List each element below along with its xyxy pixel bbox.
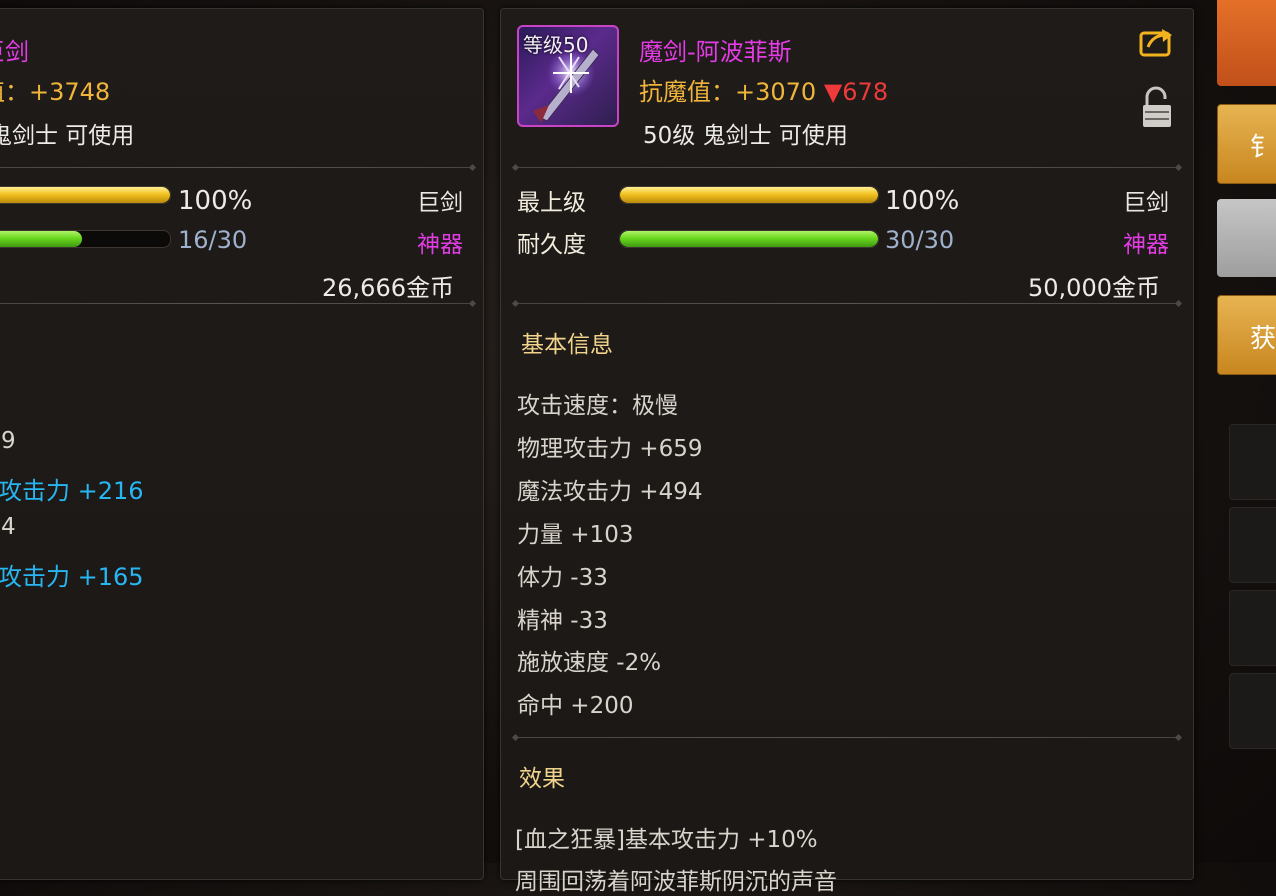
grade-bar — [0, 186, 171, 204]
grade-bar — [619, 186, 879, 204]
stat-line: 施放速度 -2% — [517, 650, 662, 676]
divider — [515, 167, 1179, 168]
price: 50,000金币 — [1028, 274, 1160, 302]
durability-bar-fill — [620, 231, 878, 247]
durability-value: 30/30 — [885, 226, 955, 254]
stat-line: 魔法攻击力 +494 — [517, 479, 703, 505]
resist-value: 抗魔值：+3070 ▼678 — [639, 72, 888, 107]
section-title-basic: 基本信息 — [521, 332, 613, 358]
lock-icon[interactable] — [1141, 85, 1173, 129]
stat-line: 力量 +103 — [517, 522, 634, 548]
divider — [515, 303, 1179, 304]
stat-line: 体力 -33 — [517, 565, 608, 591]
stat-line: 攻击力 +216 — [0, 477, 144, 505]
resist-value: 值：+3748 — [0, 78, 111, 106]
divider — [0, 303, 473, 304]
divider — [515, 737, 1179, 738]
stat-line: 攻击力 +165 — [0, 563, 144, 591]
stat-line: 9 — [1, 428, 16, 454]
side-button-label: 钅 — [1250, 133, 1276, 163]
side-button-3[interactable]: 获 — [1217, 295, 1276, 375]
requirement: 50级 鬼剑士 可使用 — [643, 123, 848, 149]
inventory-slot[interactable] — [1229, 424, 1276, 500]
side-button-orange[interactable] — [1217, 0, 1276, 86]
share-icon[interactable] — [1138, 25, 1176, 59]
requirement: 鬼剑士 可使用 — [0, 123, 135, 149]
inventory-slot[interactable] — [1229, 590, 1276, 666]
item-icon[interactable]: 等级50 — [517, 25, 619, 127]
grade-label: 最上级 — [517, 190, 586, 216]
category: 巨剑 — [1123, 190, 1169, 216]
rarity: 神器 — [417, 232, 463, 258]
item-name: 魔剑-阿波菲斯 — [639, 38, 792, 66]
stat-line: 攻击速度：极慢 — [517, 393, 678, 419]
side-button-2[interactable] — [1217, 199, 1276, 277]
resist-label: 抗魔值：+3070 — [639, 78, 817, 106]
durability-value: 16/30 — [178, 226, 248, 254]
durability-bar — [619, 230, 879, 248]
inventory-slot[interactable] — [1229, 507, 1276, 583]
durability-label: 耐久度 — [517, 232, 586, 258]
item-tooltip: 等级50 魔剑-阿波菲斯 抗魔值：+3070 ▼678 50级 鬼剑士 可使用 … — [500, 8, 1194, 895]
grade-value: 100% — [885, 186, 960, 216]
grade-bar-fill — [0, 187, 170, 203]
item-level: 等级50 — [523, 33, 589, 57]
price: 26,666金币 — [322, 274, 454, 302]
durability-bar-fill — [0, 231, 83, 247]
side-button-label: 获 — [1250, 324, 1276, 354]
rarity: 神器 — [1123, 232, 1169, 258]
effect-line: 周围回荡着阿波菲斯阴沉的声音 — [515, 869, 837, 895]
stat-line: 物理攻击力 +659 — [517, 436, 703, 462]
inventory-slot[interactable] — [1229, 673, 1276, 749]
durability-bar — [0, 230, 171, 248]
stat-line: 4 — [1, 514, 16, 540]
side-button-1[interactable]: 钅 — [1217, 104, 1276, 184]
resist-delta: ▼678 — [823, 78, 889, 106]
item-tooltip-compare: 巨剑 值：+3748 鬼剑士 可使用 100% 巨剑 16/30 神器 26,6… — [0, 8, 484, 880]
category: 巨剑 — [417, 190, 463, 216]
grade-bar-fill — [620, 187, 878, 203]
stat-line: 命中 +200 — [517, 693, 634, 719]
divider — [0, 167, 473, 168]
grade-value: 100% — [178, 186, 253, 216]
effect-line: [血之狂暴]基本攻击力 +10% — [515, 827, 818, 853]
section-title-effect: 效果 — [519, 766, 565, 792]
item-name: 巨剑 — [0, 38, 29, 66]
stat-line: 精神 -33 — [517, 608, 608, 634]
